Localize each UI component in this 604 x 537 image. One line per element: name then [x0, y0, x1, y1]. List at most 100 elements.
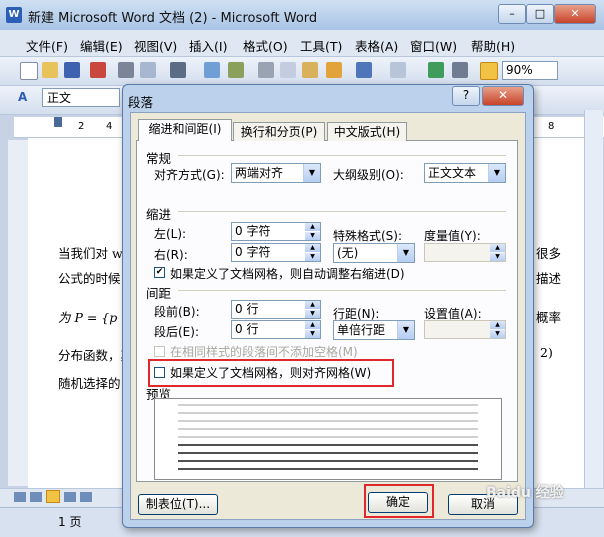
auto-adjust-indent-checkbox[interactable]: ✔: [154, 267, 165, 278]
traditional-chinese-icon[interactable]: [170, 62, 186, 78]
open-folder-icon[interactable]: [42, 62, 58, 78]
line-spacing-at-spinner[interactable]: ▲ ▼: [424, 320, 506, 339]
dialog-help-button[interactable]: ?: [452, 86, 480, 106]
paste-icon[interactable]: [302, 62, 318, 78]
chevron-down-icon: ▼: [303, 164, 320, 182]
hyperlink-icon[interactable]: [428, 62, 444, 78]
preview-line: [178, 420, 478, 422]
space-after-label: 段后(E):: [154, 325, 199, 339]
spin-up-icon[interactable]: ▲: [305, 223, 320, 231]
highlight-box: [148, 359, 394, 387]
tables-borders-icon[interactable]: [452, 62, 468, 78]
outline-level-combo[interactable]: 正文文本 ▼: [424, 163, 506, 183]
format-painter-icon[interactable]: [326, 62, 342, 78]
spelling-icon[interactable]: [204, 62, 220, 78]
tab-asian-typography[interactable]: 中文版式(H): [327, 122, 407, 141]
reading-view-icon[interactable]: [80, 492, 92, 502]
indent-right-value: 0 字符: [235, 245, 271, 259]
document-fragment: 2): [540, 345, 553, 360]
indent-marker[interactable]: [54, 117, 62, 127]
line-spacing-combo[interactable]: 单倍行距 ▼: [333, 320, 415, 340]
print-icon[interactable]: [118, 62, 134, 78]
tabs-button[interactable]: 制表位(T)...: [138, 494, 218, 515]
cut-icon[interactable]: [258, 62, 274, 78]
outline-level-value: 正文文本: [428, 166, 477, 180]
normal-view-icon[interactable]: [14, 492, 26, 502]
outline-view-icon[interactable]: [64, 492, 76, 502]
document-line: 随机选择的: [58, 376, 121, 391]
minimize-button[interactable]: –: [498, 4, 526, 24]
show-hide-marks-icon[interactable]: [480, 62, 498, 80]
no-space-same-style-checkbox[interactable]: [154, 346, 165, 357]
research-icon[interactable]: [228, 62, 244, 78]
space-after-spinner[interactable]: 0 行 ▲ ▼: [231, 320, 321, 339]
indent-right-spinner[interactable]: 0 字符 ▲ ▼: [231, 243, 321, 262]
vertical-ruler: [8, 140, 28, 486]
print-preview-icon[interactable]: [140, 62, 156, 78]
menu-window[interactable]: 窗口(W): [410, 36, 457, 55]
chevron-down-icon: ▼: [488, 164, 505, 182]
dialog-close-button[interactable]: ✕: [482, 86, 524, 106]
indent-left-spinner[interactable]: 0 字符 ▲ ▼: [231, 222, 321, 241]
preview-line: [178, 412, 478, 414]
document-fragment: 描述: [536, 271, 562, 286]
indent-by-spinner[interactable]: ▲ ▼: [424, 243, 506, 262]
preview-line: [178, 444, 478, 446]
special-indent-combo[interactable]: (无) ▼: [333, 243, 415, 263]
web-view-icon[interactable]: [30, 492, 42, 502]
menu-file[interactable]: 文件(F): [26, 36, 68, 55]
preview-line: [178, 468, 478, 470]
outline-level-label: 大纲级别(O):: [333, 168, 404, 182]
menu-format[interactable]: 格式(O): [243, 36, 288, 55]
watermark: Baidu 经验: [486, 485, 564, 501]
vertical-scrollbar[interactable]: [584, 110, 603, 490]
style-combo[interactable]: 正文: [42, 88, 120, 107]
menu-help[interactable]: 帮助(H): [471, 36, 515, 55]
new-document-icon[interactable]: [20, 62, 38, 80]
space-before-value: 0 行: [235, 302, 259, 316]
menu-edit[interactable]: 编辑(E): [80, 36, 123, 55]
spin-up-icon[interactable]: ▲: [305, 301, 320, 309]
menu-insert[interactable]: 插入(I): [189, 36, 227, 55]
spin-up-icon[interactable]: ▲: [305, 321, 320, 329]
special-indent-label: 特殊格式(S):: [333, 229, 403, 243]
preview-line: [178, 404, 478, 406]
spin-up-icon[interactable]: ▲: [305, 244, 320, 252]
styles-icon[interactable]: A: [18, 90, 36, 106]
menu-table[interactable]: 表格(A): [355, 36, 398, 55]
spin-up-icon[interactable]: ▲: [490, 321, 505, 329]
ruler-mark: 4: [106, 121, 113, 132]
save-icon[interactable]: [64, 62, 80, 78]
indent-by-label: 度量值(Y):: [424, 229, 481, 243]
special-indent-value: (无): [337, 246, 359, 260]
line-spacing-value: 单倍行距: [337, 323, 386, 337]
alignment-label: 对齐方式(G):: [154, 168, 225, 182]
zoom-value: 90%: [506, 63, 533, 77]
spin-down-icon[interactable]: ▼: [305, 310, 320, 318]
indentation-heading: 缩进: [146, 207, 172, 222]
print-layout-icon[interactable]: [46, 490, 60, 503]
auto-adjust-indent-label: 如果定义了文档网格，则自动调整右缩进(D): [170, 267, 405, 281]
indent-right-label: 右(R):: [154, 248, 188, 262]
zoom-combo[interactable]: 90%: [502, 61, 558, 80]
spin-down-icon[interactable]: ▼: [490, 253, 505, 261]
space-before-spinner[interactable]: 0 行 ▲ ▼: [231, 300, 321, 319]
menu-tools[interactable]: 工具(T): [300, 36, 342, 55]
spin-down-icon[interactable]: ▼: [305, 330, 320, 338]
maximize-button[interactable]: □: [526, 4, 554, 24]
close-window-button[interactable]: ✕: [554, 4, 596, 24]
spin-up-icon[interactable]: ▲: [490, 244, 505, 252]
spin-down-icon[interactable]: ▼: [490, 330, 505, 338]
preview-line: [178, 436, 478, 438]
redo-icon[interactable]: [390, 62, 406, 78]
spin-down-icon[interactable]: ▼: [305, 253, 320, 261]
spin-down-icon[interactable]: ▼: [305, 232, 320, 240]
no-space-same-style-label: 在相同样式的段落间不添加空格(M): [170, 345, 358, 359]
undo-icon[interactable]: [356, 62, 372, 78]
alignment-combo[interactable]: 两端对齐 ▼: [231, 163, 321, 183]
permission-icon[interactable]: [90, 62, 106, 78]
tab-line-page-breaks[interactable]: 换行和分页(P): [233, 122, 325, 141]
menu-view[interactable]: 视图(V): [134, 36, 177, 55]
tab-indents-spacing[interactable]: 缩进和间距(I): [138, 119, 232, 141]
copy-icon[interactable]: [280, 62, 296, 78]
